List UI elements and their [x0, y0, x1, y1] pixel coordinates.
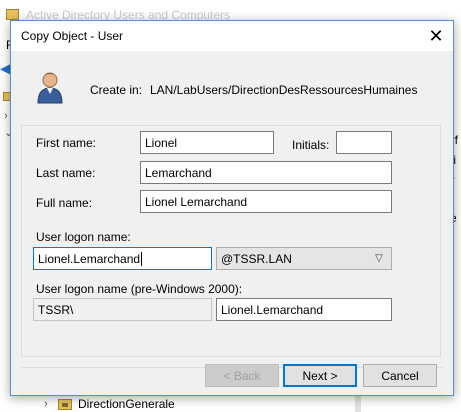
close-icon[interactable]: ✕: [419, 21, 453, 51]
tree-item-directiongenerale[interactable]: › DirectionGenerale: [44, 396, 175, 412]
create-in-label: Create in:: [90, 83, 143, 97]
create-in-path: LAN/LabUsers/DirectionDesRessourcesHumai…: [150, 83, 418, 97]
chevron-right-icon[interactable]: ›: [44, 398, 58, 410]
full-name-label: Full name:: [36, 196, 93, 210]
dialog-titlebar: Copy Object - User ✕: [11, 21, 453, 51]
initials-field[interactable]: [336, 131, 392, 154]
first-name-field[interactable]: Lionel: [140, 131, 274, 154]
upn-suffix-select[interactable]: @TSSR.LAN ▽: [216, 247, 392, 270]
chevron-down-icon: ▽: [375, 253, 383, 264]
pre2000-domain-field: TSSR\: [33, 298, 212, 321]
last-name-label: Last name:: [36, 166, 96, 180]
dialog-title: Copy Object - User: [21, 29, 124, 43]
last-name-field[interactable]: Lemarchand: [140, 161, 392, 184]
user-icon: [37, 72, 63, 104]
pre2000-label: User logon name (pre-Windows 2000):: [36, 282, 243, 296]
folder-icon: [58, 398, 72, 410]
first-name-label: First name:: [36, 136, 97, 150]
back-button[interactable]: < Back: [205, 364, 279, 387]
logon-name-value: Lionel.Lemarchand: [38, 251, 141, 266]
logon-name-label: User logon name:: [36, 230, 131, 244]
chevron-right-icon[interactable]: ›: [4, 110, 8, 122]
app-folder-icon: [6, 9, 19, 20]
initials-label: Initials:: [292, 138, 330, 152]
next-button[interactable]: Next >: [283, 364, 357, 387]
cancel-button[interactable]: Cancel: [363, 364, 437, 387]
pre2000-logon-field[interactable]: Lionel.Lemarchand: [216, 298, 392, 321]
scrollbar[interactable]: [355, 396, 361, 412]
tree-item-label: DirectionGenerale: [78, 397, 175, 411]
text-caret: [141, 251, 143, 266]
logon-name-field[interactable]: Lionel.Lemarchand: [33, 247, 212, 270]
upn-suffix-value: @TSSR.LAN: [221, 251, 292, 266]
copy-object-dialog: Copy Object - User ✕ Create in: LAN/LabU…: [10, 20, 454, 396]
full-name-field[interactable]: Lionel Lemarchand: [140, 190, 392, 213]
